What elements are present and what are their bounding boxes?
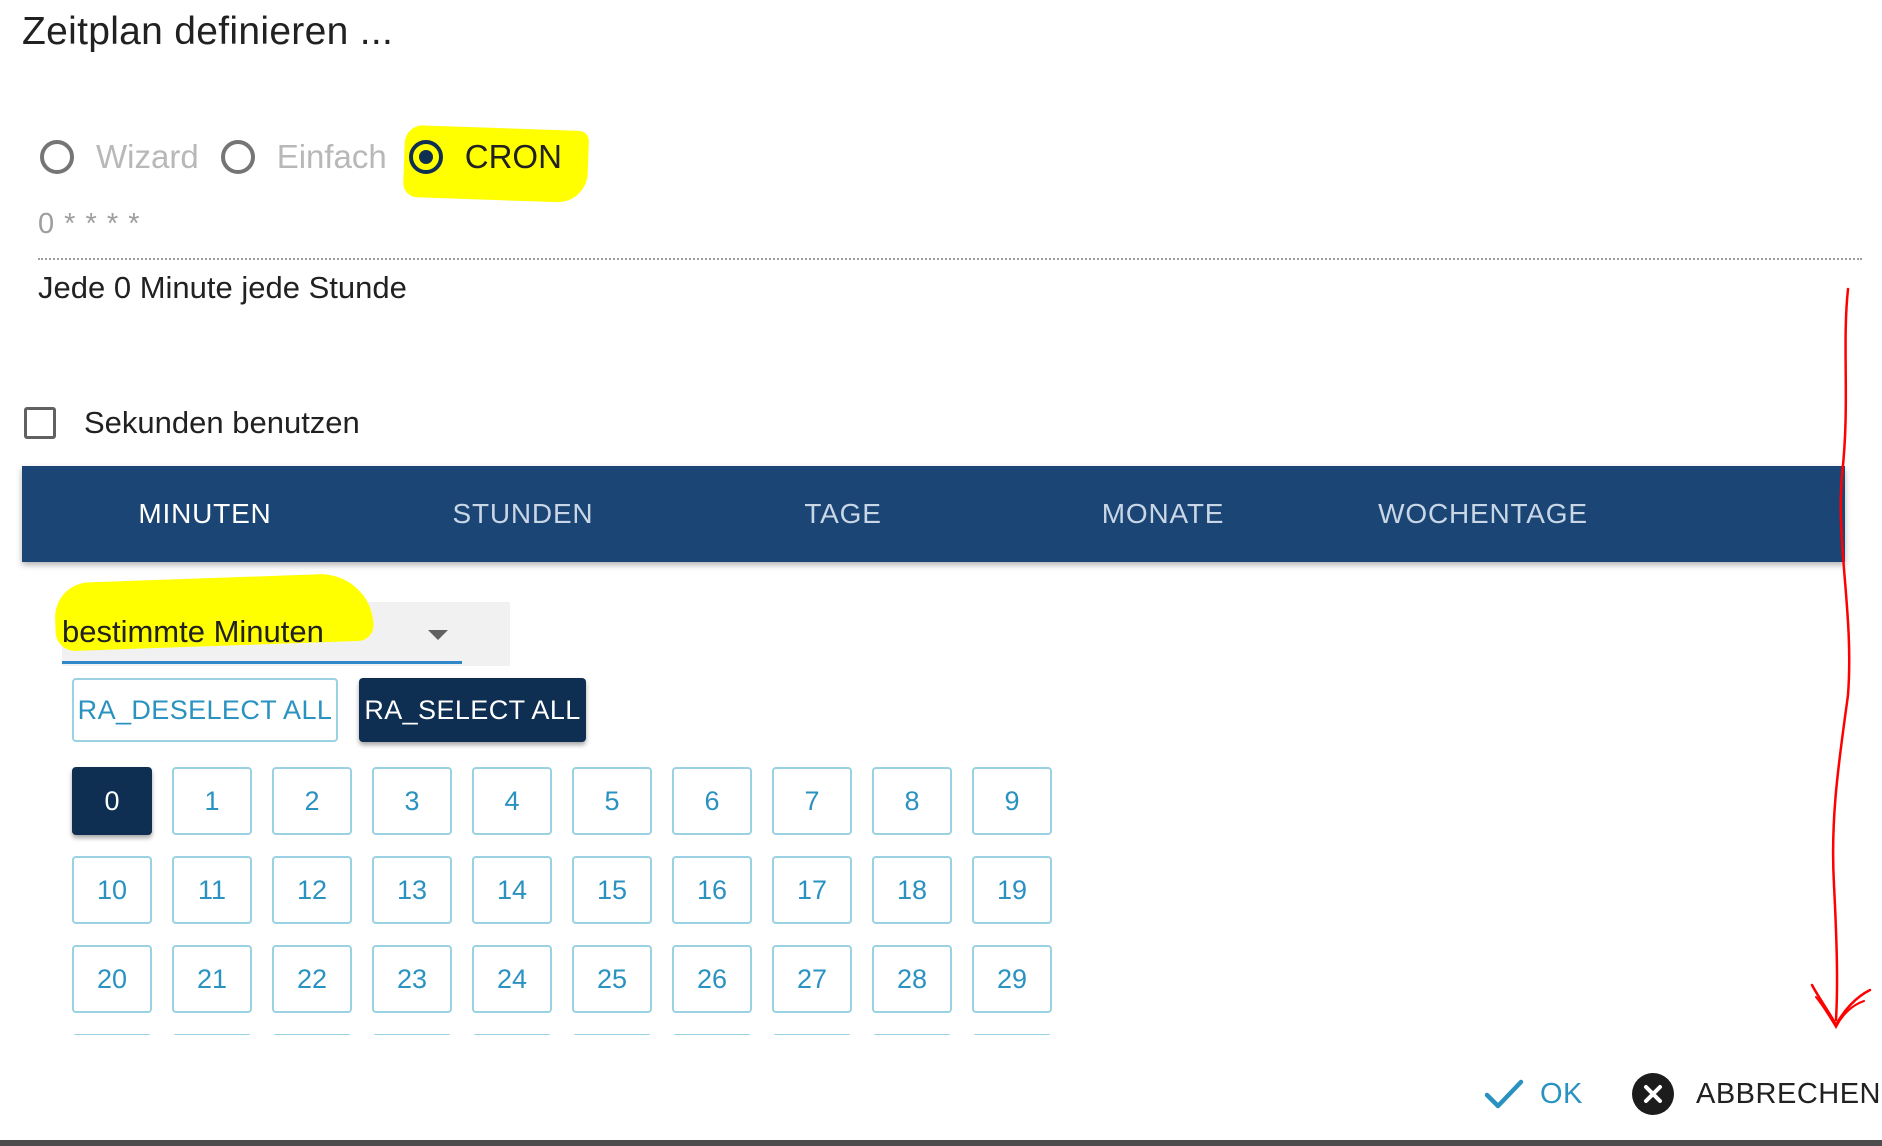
minute-cell-2[interactable]: 2 bbox=[272, 767, 352, 835]
minute-cell-9[interactable]: 9 bbox=[972, 767, 1052, 835]
minute-cell-20[interactable]: 20 bbox=[72, 945, 152, 1013]
minute-cell-38[interactable]: 38 bbox=[872, 1034, 952, 1035]
seconds-checkbox[interactable] bbox=[24, 407, 56, 439]
mode-radio-group: Wizard Einfach CRON bbox=[40, 132, 584, 182]
minute-cell-19[interactable]: 19 bbox=[972, 856, 1052, 924]
radio-einfach-circle[interactable] bbox=[220, 140, 255, 174]
minute-cell-7[interactable]: 7 bbox=[772, 767, 852, 835]
minute-cell-37[interactable]: 37 bbox=[772, 1034, 852, 1035]
bottom-edge bbox=[0, 1140, 1882, 1146]
minute-cell-31[interactable]: 31 bbox=[172, 1034, 252, 1035]
minutes-mode-value: bestimmte Minuten bbox=[62, 614, 324, 649]
radio-wizard-circle[interactable] bbox=[40, 140, 74, 174]
minute-cell-10[interactable]: 10 bbox=[72, 856, 152, 924]
tab-minuten[interactable]: MINUTEN bbox=[44, 466, 366, 562]
minute-cell-35[interactable]: 35 bbox=[572, 1034, 652, 1035]
minute-cell-29[interactable]: 29 bbox=[972, 945, 1052, 1013]
cron-input-underline bbox=[38, 258, 1862, 260]
tab-wochentage[interactable]: WOCHENTAGE bbox=[1322, 466, 1644, 562]
minute-cell-28[interactable]: 28 bbox=[872, 945, 952, 1013]
tab-stunden[interactable]: STUNDEN bbox=[362, 466, 684, 562]
minute-cell-11[interactable]: 11 bbox=[172, 856, 252, 924]
minute-cell-5[interactable]: 5 bbox=[572, 767, 652, 835]
minute-cell-15[interactable]: 15 bbox=[572, 856, 652, 924]
seconds-checkbox-label: Sekunden benutzen bbox=[84, 405, 360, 440]
minute-cell-22[interactable]: 22 bbox=[272, 945, 352, 1013]
minute-cell-14[interactable]: 14 bbox=[472, 856, 552, 924]
radio-einfach[interactable]: Einfach bbox=[220, 138, 387, 176]
minute-cell-30[interactable]: 30 bbox=[72, 1034, 152, 1035]
ok-button[interactable]: OK bbox=[1484, 1066, 1583, 1122]
tab-monate[interactable]: MONATE bbox=[1002, 466, 1324, 562]
radio-wizard-label: Wizard bbox=[96, 138, 199, 175]
deselect-all-button[interactable]: RA_DESELECT ALL bbox=[72, 678, 338, 742]
annotation-arrow bbox=[1810, 287, 1872, 1030]
minute-cell-3[interactable]: 3 bbox=[372, 767, 452, 835]
cron-expression-input[interactable]: 0 * * * * bbox=[38, 208, 141, 241]
minute-cell-25[interactable]: 25 bbox=[572, 945, 652, 1013]
close-circle-icon bbox=[1632, 1073, 1674, 1115]
minute-cell-17[interactable]: 17 bbox=[772, 856, 852, 924]
minute-cell-26[interactable]: 26 bbox=[672, 945, 752, 1013]
minute-cell-24[interactable]: 24 bbox=[472, 945, 552, 1013]
minute-cell-12[interactable]: 12 bbox=[272, 856, 352, 924]
minute-cell-8[interactable]: 8 bbox=[872, 767, 952, 835]
cancel-button[interactable]: ABBRECHEN bbox=[1632, 1066, 1881, 1122]
minute-cell-13[interactable]: 13 bbox=[372, 856, 452, 924]
cron-description: Jede 0 Minute jede Stunde bbox=[38, 270, 407, 305]
select-underline bbox=[62, 661, 462, 664]
minute-cell-32[interactable]: 32 bbox=[272, 1034, 352, 1035]
minute-cell-16[interactable]: 16 bbox=[672, 856, 752, 924]
minute-cell-6[interactable]: 6 bbox=[672, 767, 752, 835]
radio-einfach-label: Einfach bbox=[276, 138, 387, 175]
minute-cell-27[interactable]: 27 bbox=[772, 945, 852, 1013]
minute-cell-39[interactable]: 39 bbox=[972, 1034, 1052, 1035]
minute-grid: 0 1 2 3 4 5 6 7 8 9 10 11 12 13 14 15 16 17 18 19 20 21 22 23 24… bbox=[0, 740, 1200, 1035]
caret-down-icon[interactable] bbox=[428, 630, 448, 640]
minute-cell-34[interactable]: 34 bbox=[472, 1034, 552, 1035]
ok-label: OK bbox=[1540, 1077, 1583, 1110]
select-all-button[interactable]: RA_SELECT ALL bbox=[359, 678, 586, 742]
minute-cell-36[interactable]: 36 bbox=[672, 1034, 752, 1035]
minute-cell-23[interactable]: 23 bbox=[372, 945, 452, 1013]
tab-tage[interactable]: TAGE bbox=[682, 466, 1004, 562]
radio-cron[interactable]: CRON bbox=[408, 138, 562, 176]
radio-cron-label: CRON bbox=[464, 138, 562, 175]
minute-cell-4[interactable]: 4 bbox=[472, 767, 552, 835]
seconds-checkbox-row[interactable]: Sekunden benutzen bbox=[24, 405, 360, 441]
minute-cell-33[interactable]: 33 bbox=[372, 1034, 452, 1035]
radio-cron-circle[interactable] bbox=[408, 140, 443, 174]
cancel-label: ABBRECHEN bbox=[1696, 1077, 1881, 1110]
minute-cell-0[interactable]: 0 bbox=[72, 767, 152, 835]
minute-cell-18[interactable]: 18 bbox=[872, 856, 952, 924]
minute-cell-1[interactable]: 1 bbox=[172, 767, 252, 835]
check-icon bbox=[1484, 1079, 1524, 1109]
tab-bar: MINUTEN STUNDEN TAGE MONATE WOCHENTAGE bbox=[22, 466, 1845, 562]
radio-wizard[interactable]: Wizard bbox=[40, 138, 199, 176]
dialog-title: Zeitplan definieren ... bbox=[22, 10, 394, 53]
minute-cell-21[interactable]: 21 bbox=[172, 945, 252, 1013]
